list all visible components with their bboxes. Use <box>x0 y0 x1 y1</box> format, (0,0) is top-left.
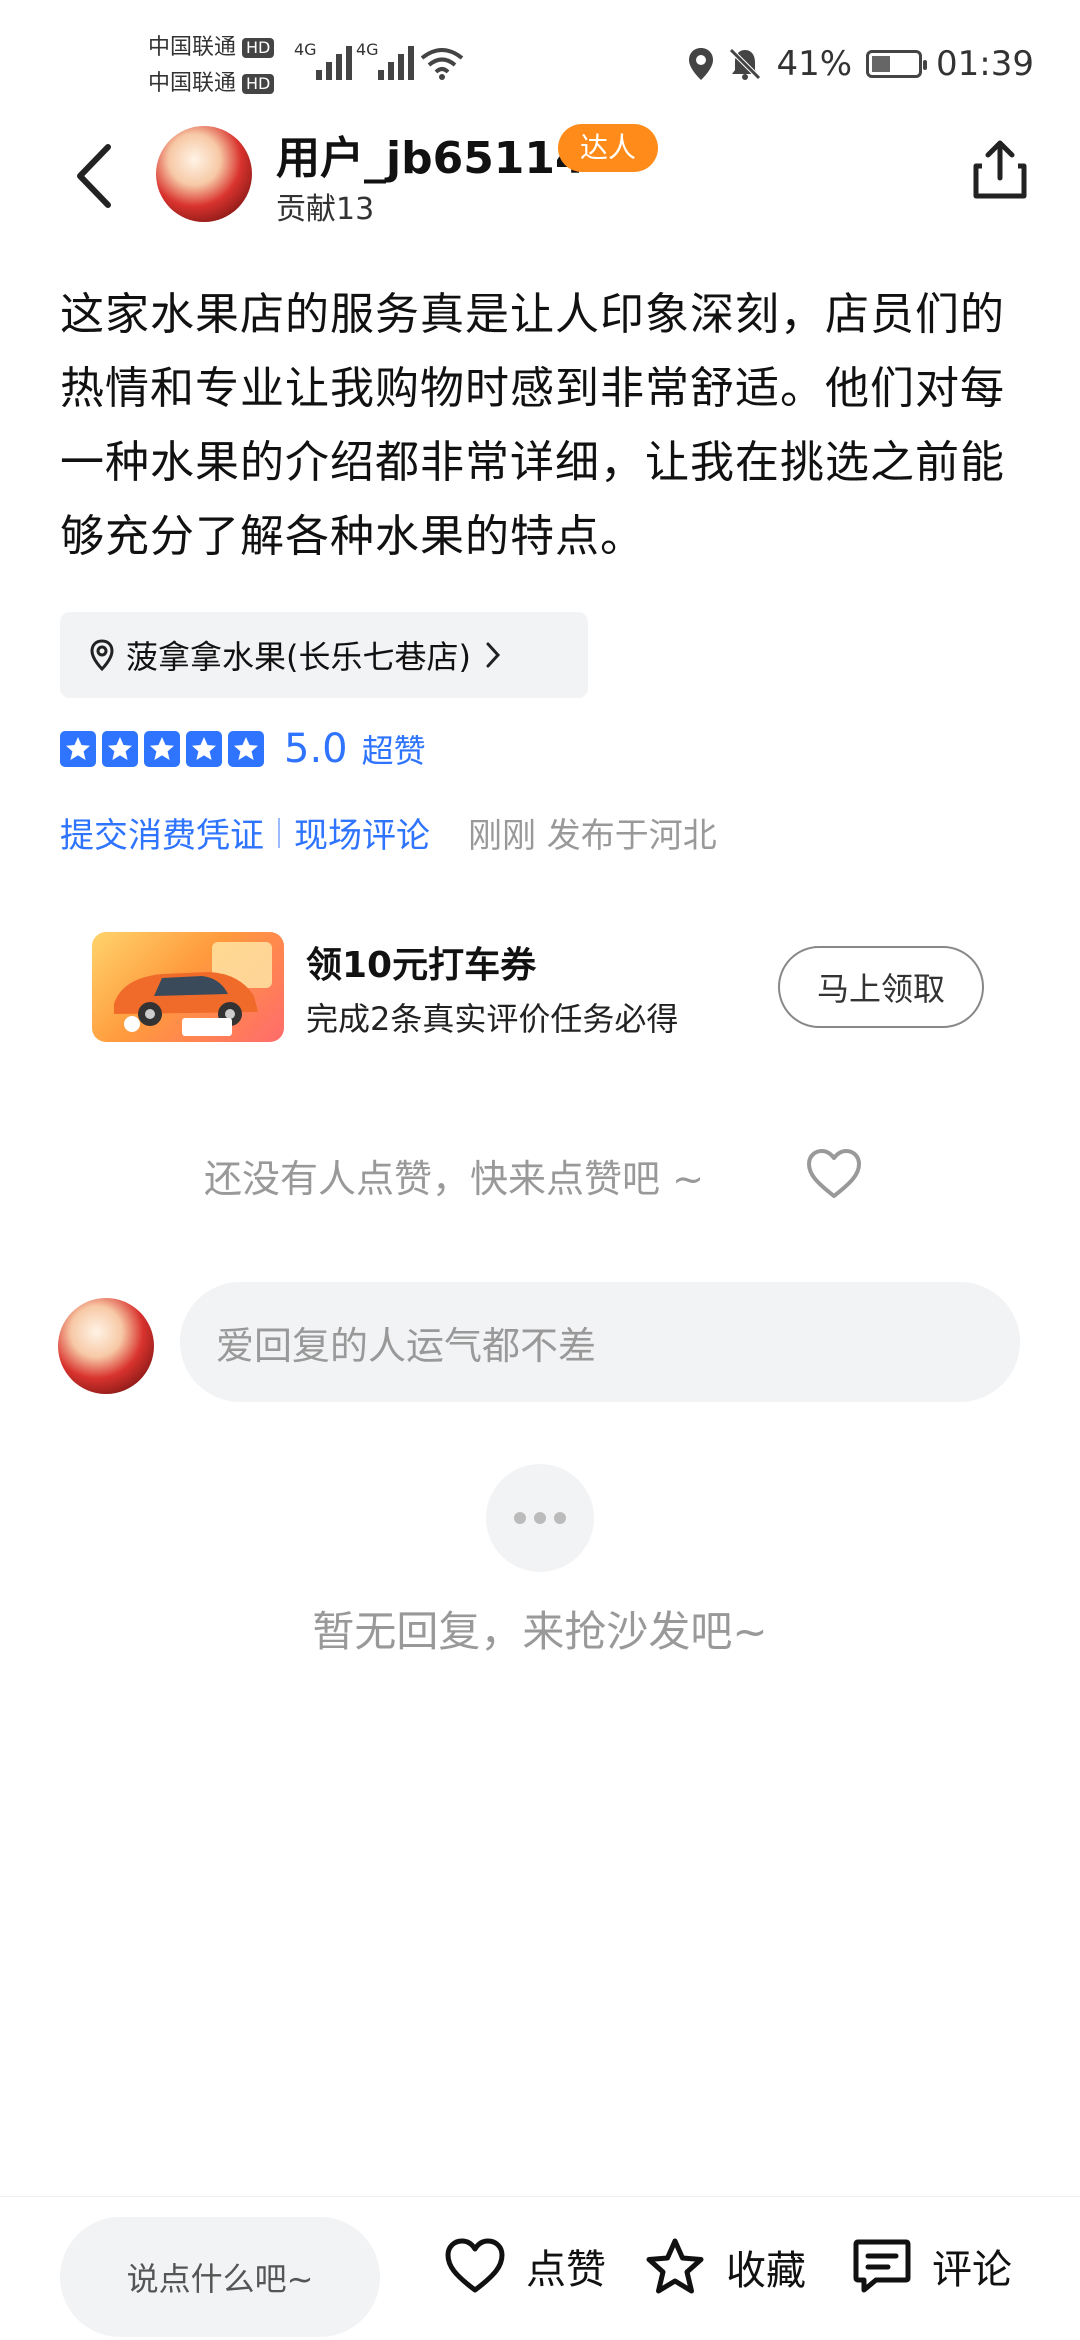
carrier-2: 中国联通 HD <box>148 70 275 98</box>
review-text: 这家水果店的服务真是让人印象深刻，店员们的热情和专业让我购物时感到非常舒适。他们… <box>60 289 1005 562</box>
car-illustration <box>114 942 272 1036</box>
signal-icon-2 <box>378 44 414 80</box>
rating-score: 5.0 <box>284 726 348 772</box>
back-button[interactable] <box>64 140 124 212</box>
rating-stars <box>60 731 264 767</box>
like-label: 点赞 <box>526 2247 606 2293</box>
carrier-1-label: 中国联通 <box>148 35 237 60</box>
divider <box>278 817 280 848</box>
bottom-action-bar: 说点什么吧~ 点赞 收藏 评论 <box>0 2196 1080 2340</box>
battery-icon <box>866 50 928 78</box>
review-links: 提交消费凭证 现场评论 刚刚 发布于河北 <box>60 808 717 857</box>
rating-star-icon <box>102 731 138 767</box>
coupon-subtitle: 完成2条真实评价任务必得 <box>306 1000 679 1038</box>
comment-placeholder: 说点什么吧~ <box>126 2260 314 2298</box>
comment-label: 评论 <box>932 2247 1012 2293</box>
wifi-icon <box>420 48 464 80</box>
battery-percent: 41% <box>776 44 853 84</box>
clock: 01:39 <box>936 44 1034 84</box>
user-avatar[interactable] <box>156 126 252 222</box>
coupon-title: 领10元打车券 <box>306 945 537 986</box>
contribution-count: 贡献13 <box>276 192 375 227</box>
like-action[interactable]: 点赞 <box>444 2237 606 2295</box>
location-icon <box>689 48 714 80</box>
carrier-2-label: 中国联通 <box>148 71 237 96</box>
coupon-image[interactable] <box>92 932 284 1042</box>
rating-star-icon <box>228 731 264 767</box>
rating: 5.0 超赞 <box>60 726 426 772</box>
rating-star-icon <box>186 731 222 767</box>
onsite-review-link[interactable]: 现场评论 <box>294 808 430 857</box>
status-right: 41% 01:39 <box>688 44 1034 84</box>
shop-link[interactable]: 菠拿拿水果(长乐七巷店) <box>60 612 588 698</box>
share-button[interactable] <box>972 140 1032 206</box>
expert-badge: 达人 <box>558 124 659 172</box>
comment-input[interactable]: 说点什么吧~ <box>60 2217 380 2337</box>
network-type-1: 4G <box>294 40 317 59</box>
comment-icon <box>853 2239 911 2293</box>
share-icon <box>973 140 1027 199</box>
network-type-2: 4G <box>356 40 379 59</box>
carrier-1: 中国联通 HD <box>148 34 275 62</box>
like-button[interactable] <box>806 1148 862 1200</box>
rating-star-icon <box>144 731 180 767</box>
chevron-right-icon <box>486 642 501 668</box>
more-dots-icon <box>486 1464 594 1572</box>
back-arrow-icon <box>77 144 111 208</box>
rating-star-icon <box>60 731 96 767</box>
post-meta: 刚刚 发布于河北 <box>468 816 717 856</box>
favorite-action[interactable]: 收藏 <box>644 2237 806 2297</box>
status-bar: 中国联通 HD 中国联通 HD 4G 4G 41% 01:39 <box>0 0 1080 130</box>
star-icon <box>646 2238 704 2294</box>
claim-coupon-button[interactable]: 马上领取 <box>778 946 984 1028</box>
signal-icon-1 <box>316 44 352 80</box>
empty-replies-text: 暂无回复，来抢沙发吧~ <box>312 1607 768 1656</box>
comment-action[interactable]: 评论 <box>852 2237 1012 2295</box>
review-detail-page: 中国联通 HD 中国联通 HD 4G 4G 41% 01:39 用户_jb651… <box>0 0 1080 2340</box>
submit-receipt-link[interactable]: 提交消费凭证 <box>60 808 264 857</box>
location-pin-icon <box>90 639 114 671</box>
reply-input[interactable]: 爱回复的人运气都不差 <box>180 1282 1020 1402</box>
heart-icon <box>445 2238 505 2293</box>
reply-placeholder: 爱回复的人运气都不差 <box>216 1323 597 1368</box>
hd-badge-2: HD <box>242 74 275 94</box>
favorite-label: 收藏 <box>726 2248 806 2294</box>
shop-name: 菠拿拿水果(长乐七巷店) <box>126 638 471 676</box>
username[interactable]: 用户_jb65114 <box>276 122 586 186</box>
like-prompt: 还没有人点赞，快来点赞吧 ~ <box>204 1157 704 1201</box>
mute-bell-icon <box>729 48 762 80</box>
hd-badge-1: HD <box>242 38 275 58</box>
rating-label: 超赞 <box>361 732 426 770</box>
heart-icon <box>807 1149 861 1198</box>
my-avatar <box>58 1298 154 1394</box>
